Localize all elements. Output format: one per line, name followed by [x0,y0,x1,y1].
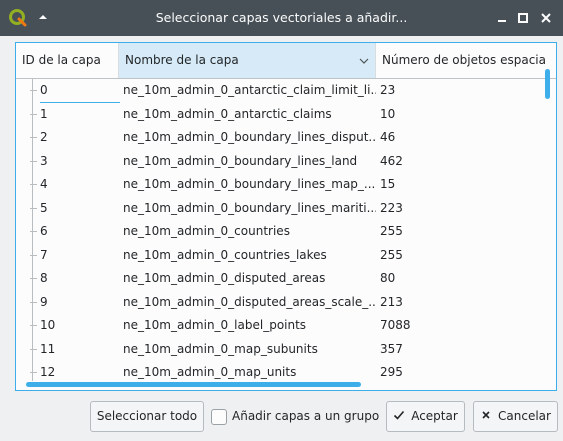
table-row[interactable]: 5 ne_10m_admin_0_boundary_lines_mariti..… [16,197,556,221]
column-header-id[interactable]: ID de la capa [16,43,119,78]
feature-count-cell[interactable]: 7088 [380,314,540,338]
feature-count-cell[interactable]: 255 [380,220,540,244]
feature-count-cell[interactable]: 10 [380,103,540,127]
layer-name-cell[interactable]: ne_10m_admin_0_antarctic_claim_limit_li.… [123,79,376,103]
feature-count-cell[interactable]: 80 [380,267,540,291]
layer-id-cell[interactable]: 5 [40,197,110,221]
layer-name-cell[interactable]: ne_10m_admin_0_boundary_lines_disput... [123,126,376,150]
layer-id-cell[interactable]: 12 [40,361,110,385]
window-title: Seleccionar capas vectoriales a añadir..… [155,10,408,25]
table-row[interactable]: 10 ne_10m_admin_0_label_points 7088 [16,314,556,338]
accept-button[interactable]: Aceptar [386,401,465,432]
layer-name-cell[interactable]: ne_10m_admin_0_countries_lakes [123,244,376,268]
column-header-feature-count[interactable]: Número de objetos espacia [376,43,546,78]
add-vector-layers-dialog: Seleccionar capas vectoriales a añadir..… [0,0,563,441]
feature-count-cell[interactable]: 46 [380,126,540,150]
layer-name-cell[interactable]: ne_10m_admin_0_boundary_lines_map_... [123,173,376,197]
feature-count-cell[interactable]: 15 [380,173,540,197]
table-row[interactable]: 8 ne_10m_admin_0_disputed_areas 80 [16,267,556,291]
layer-id-cell[interactable]: 11 [40,338,110,362]
chevron-down-icon [359,58,369,64]
add-to-group-label[interactable]: Añadir capas a un grupo [232,401,379,432]
table-header: ID de la capa Nombre de la capa Número d… [16,43,556,79]
cancel-label: Cancelar [498,409,551,423]
checkbox-box[interactable] [211,409,227,425]
table-row[interactable]: 1 ne_10m_admin_0_antarctic_claims 10 [16,103,556,127]
horizontal-scrollbar[interactable] [26,382,361,387]
table-row[interactable]: 6 ne_10m_admin_0_countries 255 [16,220,556,244]
feature-count-cell[interactable]: 223 [380,197,540,221]
table-row[interactable]: 11 ne_10m_admin_0_map_subunits 357 [16,338,556,362]
table-row[interactable]: 9 ne_10m_admin_0_disputed_areas_scale_..… [16,291,556,315]
minimize-icon[interactable] [492,8,512,28]
layer-id-cell[interactable]: 4 [40,173,110,197]
feature-count-cell[interactable]: 255 [380,244,540,268]
layer-name-cell[interactable]: ne_10m_admin_0_disputed_areas [123,267,376,291]
table-row[interactable]: 2 ne_10m_admin_0_boundary_lines_disput..… [16,126,556,150]
column-header-name[interactable]: Nombre de la capa [119,43,376,78]
maximize-icon[interactable] [513,8,533,28]
checkmark-icon [394,410,405,420]
feature-count-cell[interactable]: 23 [380,79,540,103]
dialog-button-row: Seleccionar todo Añadir capas a un grupo… [0,401,563,433]
layer-name-cell[interactable]: ne_10m_admin_0_boundary_lines_land [123,150,376,174]
layer-name-cell[interactable]: ne_10m_admin_0_label_points [123,314,376,338]
layer-id-cell[interactable]: 3 [40,150,110,174]
layers-table[interactable]: ID de la capa Nombre de la capa Número d… [15,42,557,391]
layer-id-cell[interactable]: 7 [40,244,110,268]
layer-id-cell[interactable]: 6 [40,220,110,244]
table-row[interactable]: 4 ne_10m_admin_0_boundary_lines_map_... … [16,173,556,197]
title-bar[interactable]: Seleccionar capas vectoriales a añadir..… [0,0,563,36]
layer-name-cell[interactable]: ne_10m_admin_0_boundary_lines_mariti... [123,197,376,221]
select-all-button[interactable]: Seleccionar todo [90,401,204,432]
feature-count-cell[interactable]: 295 [380,361,540,385]
layer-id-cell[interactable]: 0 [40,79,120,103]
feature-count-cell[interactable]: 462 [380,150,540,174]
table-row[interactable]: 7 ne_10m_admin_0_countries_lakes 255 [16,244,556,268]
layer-id-cell[interactable]: 1 [40,103,110,127]
close-icon[interactable] [536,8,556,28]
accept-label: Aceptar [411,409,458,423]
layer-id-cell[interactable]: 10 [40,314,110,338]
layer-name-cell[interactable]: ne_10m_admin_0_map_subunits [123,338,376,362]
layer-name-cell[interactable]: ne_10m_admin_0_disputed_areas_scale_... [123,291,376,315]
layer-id-cell[interactable]: 9 [40,291,110,315]
table-row[interactable]: 3 ne_10m_admin_0_boundary_lines_land 462 [16,150,556,174]
x-icon [482,411,490,419]
feature-count-cell[interactable]: 357 [380,338,540,362]
layer-id-cell[interactable]: 8 [40,267,110,291]
table-row[interactable]: 0 ne_10m_admin_0_antarctic_claim_limit_l… [16,79,556,103]
table-row[interactable]: 12 ne_10m_admin_0_map_units 295 [16,361,556,385]
layer-id-cell[interactable]: 2 [40,126,110,150]
layer-name-cell[interactable]: ne_10m_admin_0_antarctic_claims [123,103,376,127]
layer-name-cell[interactable]: ne_10m_admin_0_map_units [123,361,376,385]
feature-count-cell[interactable]: 213 [380,291,540,315]
add-to-group-checkbox[interactable]: Añadir capas a un grupo [210,401,380,432]
cancel-button[interactable]: Cancelar [473,401,558,432]
layer-name-cell[interactable]: ne_10m_admin_0_countries [123,220,376,244]
